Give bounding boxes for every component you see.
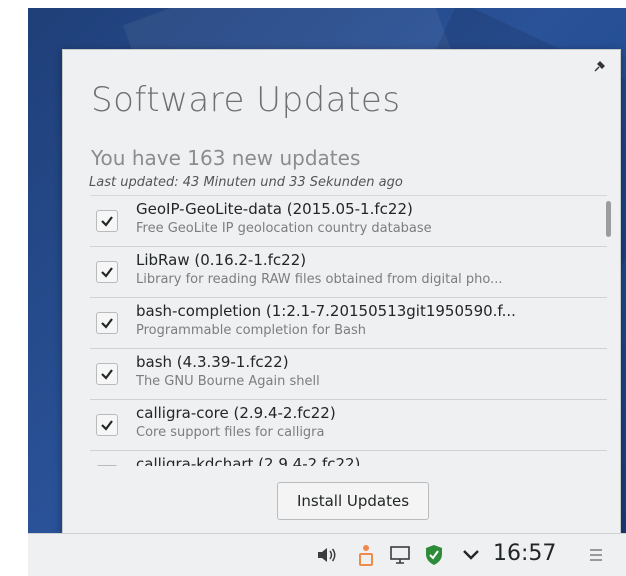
list-item[interactable]: calligra-core (2.9.4-2.fc22) Core suppor… (90, 400, 607, 451)
package-name: calligra-core (2.9.4-2.fc22) (136, 404, 336, 422)
package-description: Free GeoLite IP geolocation country data… (136, 221, 432, 236)
list-item[interactable]: bash-completion (1:2.1-7.20150513git1950… (90, 298, 607, 349)
check-icon (101, 318, 113, 329)
package-description: Programmable completion for Bash (136, 323, 367, 338)
pin-icon[interactable] (592, 60, 606, 74)
install-updates-button[interactable]: Install Updates (277, 482, 429, 520)
package-name: bash-completion (1:2.1-7.20150513git1950… (136, 302, 516, 320)
clock[interactable]: 16:57 (493, 541, 556, 566)
updates-count: You have 163 new updates (91, 146, 361, 170)
package-description: Core support files for calligra (136, 425, 325, 440)
package-name: bash (4.3.39-1.fc22) (136, 353, 289, 371)
update-shield-icon[interactable] (424, 534, 444, 576)
user-switch-icon[interactable] (359, 534, 373, 576)
chevron-down-icon[interactable] (461, 534, 481, 576)
check-icon (101, 420, 113, 431)
package-name: LibRaw (0.16.2-1.fc22) (136, 251, 307, 269)
display-icon[interactable] (389, 534, 411, 576)
list-item[interactable]: bash (4.3.39-1.fc22) The GNU Bourne Agai… (90, 349, 607, 400)
update-checkbox[interactable] (96, 261, 118, 283)
update-checkbox[interactable] (96, 414, 118, 436)
list-scrollbar[interactable] (606, 195, 612, 465)
list-item[interactable]: GeoIP-GeoLite-data (2015.05-1.fc22) Free… (90, 196, 607, 247)
check-icon (101, 267, 113, 278)
package-description: Library for reading RAW files obtained f… (136, 272, 503, 287)
list-item[interactable]: calligra-kdchart (2.9.4-2.fc22) (90, 451, 607, 466)
software-updates-popup: Software Updates You have 163 new update… (62, 49, 621, 535)
update-checkbox[interactable] (96, 363, 118, 385)
package-name: GeoIP-GeoLite-data (2015.05-1.fc22) (136, 200, 413, 218)
last-updated-text: Last updated: 43 Minuten und 33 Sekunden… (89, 175, 403, 190)
update-checkbox[interactable] (96, 210, 118, 232)
check-icon (101, 369, 113, 380)
volume-icon[interactable] (316, 534, 338, 576)
scrollbar-thumb[interactable] (606, 201, 611, 237)
package-description: The GNU Bourne Again shell (136, 374, 320, 389)
update-checkbox[interactable] (96, 465, 118, 466)
updates-list[interactable]: GeoIP-GeoLite-data (2015.05-1.fc22) Free… (90, 195, 607, 466)
check-icon (101, 216, 113, 227)
menu-icon[interactable] (588, 534, 604, 576)
package-name: calligra-kdchart (2.9.4-2.fc22) (136, 455, 361, 466)
popup-title: Software Updates (91, 80, 401, 120)
system-tray-panel: 16:57 (28, 533, 626, 576)
list-item[interactable]: LibRaw (0.16.2-1.fc22) Library for readi… (90, 247, 607, 298)
update-checkbox[interactable] (96, 312, 118, 334)
